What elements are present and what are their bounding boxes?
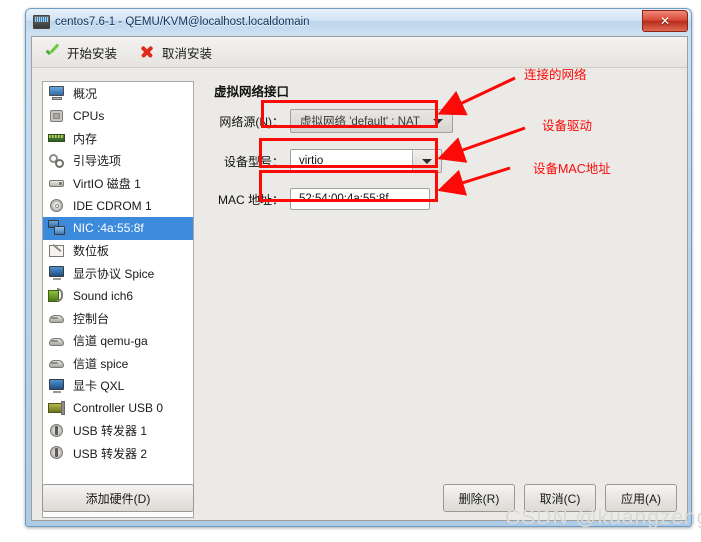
sidebar-item-label: 信道 qemu-ga bbox=[73, 334, 148, 349]
sidebar-item-label: 控制台 bbox=[73, 311, 110, 326]
screenshot-root: centos7.6-1 - QEMU/KVM@localhost.localdo… bbox=[0, 0, 701, 542]
green-check-icon bbox=[44, 44, 60, 60]
channel-icon bbox=[48, 355, 66, 371]
sidebar-item-label: USB 转发器 1 bbox=[73, 424, 148, 439]
hard-disk-icon bbox=[48, 175, 66, 191]
memory-stick-icon bbox=[48, 130, 66, 146]
footer-buttons: 删除(R) 取消(C) 应用(A) bbox=[443, 484, 677, 512]
sidebar-item-label: 内存 bbox=[73, 131, 98, 146]
sidebar-item-label: VirtIO 磁盘 1 bbox=[73, 176, 141, 191]
mac-address-label: MAC 地址： bbox=[217, 192, 284, 207]
add-hardware-button[interactable]: 添加硬件(D) bbox=[42, 484, 194, 512]
sidebar-item-usb-redirector-1[interactable]: USB 转发器 1 bbox=[43, 420, 193, 443]
sidebar-item-console[interactable]: 控制台 bbox=[43, 307, 193, 330]
device-model-label: 设备型号： bbox=[223, 154, 284, 169]
title-bar: centos7.6-1 - QEMU/KVM@localhost.localdo… bbox=[26, 9, 691, 34]
mac-address-row: MAC 地址： 52:54:00:4a:55:8f bbox=[202, 188, 430, 210]
sidebar-item-video-qxl[interactable]: 显卡 QXL bbox=[43, 375, 193, 398]
sidebar-item-label: CPUs bbox=[73, 108, 105, 123]
begin-install-label: 开始安装 bbox=[67, 46, 118, 61]
annotation-label-driver: 设备驱动 bbox=[542, 119, 593, 133]
vm-details-window: centos7.6-1 - QEMU/KVM@localhost.localdo… bbox=[25, 8, 692, 527]
apply-button[interactable]: 应用(A) bbox=[605, 484, 677, 512]
sidebar-item-cpus[interactable]: CPUs bbox=[43, 105, 193, 128]
sidebar-item-channel-qemu-ga[interactable]: 信道 qemu-ga bbox=[43, 330, 193, 353]
window-title: centos7.6-1 - QEMU/KVM@localhost.localdo… bbox=[55, 15, 310, 28]
sidebar-item-label: Controller USB 0 bbox=[73, 401, 164, 416]
begin-install-button[interactable]: 开始安装 bbox=[44, 43, 117, 62]
device-model-select[interactable]: virtio bbox=[290, 149, 442, 173]
video-card-icon bbox=[48, 378, 66, 394]
annotation-label-mac: 设备MAC地址 bbox=[533, 162, 611, 176]
monitor-icon bbox=[48, 85, 66, 101]
monitor-icon bbox=[33, 14, 50, 29]
sidebar-item-boot-options[interactable]: 引导选项 bbox=[43, 150, 193, 173]
client-area: 开始安装 取消安装 概况 CPUs 内存 引导选项 VirtIO 磁盘 1 ID… bbox=[31, 36, 688, 521]
remove-button[interactable]: 删除(R) bbox=[443, 484, 515, 512]
sidebar-item-ide-cdrom[interactable]: IDE CDROM 1 bbox=[43, 195, 193, 218]
chevron-down-icon bbox=[422, 158, 432, 164]
network-card-icon bbox=[48, 220, 66, 236]
device-model-row: 设备型号： virtio bbox=[202, 149, 442, 173]
sidebar-item-label: 引导选项 bbox=[73, 154, 122, 169]
sidebar-item-display-spice[interactable]: 显示协议 Spice bbox=[43, 262, 193, 285]
hardware-list[interactable]: 概况 CPUs 内存 引导选项 VirtIO 磁盘 1 IDE CDROM 1 … bbox=[42, 81, 194, 518]
nic-settings-panel: 虚拟网络接口 网络源(N)： 虚拟网络 'default' : NAT 设备型号… bbox=[202, 81, 679, 472]
gears-icon bbox=[48, 153, 66, 169]
sidebar-item-label: 信道 spice bbox=[73, 356, 129, 371]
sidebar-item-label: USB 转发器 2 bbox=[73, 446, 148, 461]
sidebar-item-sound[interactable]: Sound ich6 bbox=[43, 285, 193, 308]
sidebar-item-label: NIC :4a:55:8f bbox=[73, 221, 144, 236]
sidebar-item-nic[interactable]: NIC :4a:55:8f bbox=[43, 217, 193, 240]
device-model-value: virtio bbox=[299, 155, 324, 167]
usb-redirector-icon bbox=[48, 445, 66, 461]
network-source-label: 网络源(N)： bbox=[219, 114, 284, 129]
network-source-row: 网络源(N)： 虚拟网络 'default' : NAT bbox=[202, 109, 453, 133]
channel-icon bbox=[48, 333, 66, 349]
network-source-select[interactable]: 虚拟网络 'default' : NAT bbox=[290, 109, 453, 133]
cancel-install-label: 取消安装 bbox=[162, 46, 213, 61]
cpu-chip-icon bbox=[48, 108, 66, 124]
network-source-value: 虚拟网络 'default' : NAT bbox=[300, 116, 420, 128]
display-icon bbox=[48, 265, 66, 281]
sidebar-item-label: 显卡 QXL bbox=[73, 379, 125, 394]
sidebar-item-virtio-disk[interactable]: VirtIO 磁盘 1 bbox=[43, 172, 193, 195]
sound-icon bbox=[48, 287, 66, 304]
sidebar-item-usb-redirector-2[interactable]: USB 转发器 2 bbox=[43, 442, 193, 465]
tablet-icon bbox=[48, 243, 66, 259]
annotation-label-network: 连接的网络 bbox=[524, 68, 587, 82]
console-icon bbox=[48, 310, 66, 326]
sidebar-item-tablet[interactable]: 数位板 bbox=[43, 240, 193, 263]
mac-address-input[interactable]: 52:54:00:4a:55:8f bbox=[290, 188, 430, 210]
red-x-icon bbox=[139, 44, 155, 60]
sidebar-item-label: IDE CDROM 1 bbox=[73, 198, 152, 213]
usb-redirector-icon bbox=[48, 423, 66, 439]
sidebar-item-label: 概况 bbox=[73, 86, 98, 101]
cdrom-icon bbox=[48, 198, 66, 214]
usb-controller-icon bbox=[48, 400, 66, 416]
page-title: 虚拟网络接口 bbox=[214, 85, 290, 99]
close-icon[interactable]: ✕ bbox=[642, 10, 688, 32]
sidebar-item-label: 数位板 bbox=[73, 244, 110, 259]
sidebar-item-memory[interactable]: 内存 bbox=[43, 127, 193, 150]
cancel-install-button[interactable]: 取消安装 bbox=[139, 43, 212, 62]
sidebar-item-label: Sound ich6 bbox=[73, 288, 134, 303]
toolbar: 开始安装 取消安装 bbox=[32, 37, 687, 68]
device-model-dropdown-button[interactable] bbox=[412, 150, 441, 172]
chevron-down-icon bbox=[433, 119, 443, 124]
sidebar-item-overview[interactable]: 概况 bbox=[43, 82, 193, 105]
sidebar-item-controller-usb[interactable]: Controller USB 0 bbox=[43, 397, 193, 420]
cancel-button[interactable]: 取消(C) bbox=[524, 484, 596, 512]
sidebar-item-channel-spice[interactable]: 信道 spice bbox=[43, 352, 193, 375]
sidebar-item-label: 显示协议 Spice bbox=[73, 266, 155, 281]
